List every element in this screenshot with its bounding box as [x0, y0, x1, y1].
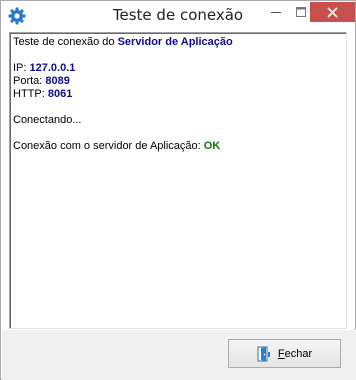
http-label: HTTP:: [13, 88, 48, 100]
connection-test-window: Teste de conexão Teste de conexão do Ser…: [0, 0, 356, 380]
ip-value: 127.0.0.1: [29, 62, 76, 74]
close-icon: [327, 6, 338, 18]
log-header-server: Servidor de Aplicação: [117, 36, 233, 48]
close-button[interactable]: Fechar: [228, 339, 341, 368]
close-button-label-rest: echar: [284, 347, 313, 360]
log-result-line: Conexão com o servidor de Aplicação: OK: [13, 140, 346, 153]
result-status: OK: [203, 140, 221, 152]
minimize-icon: [271, 12, 281, 13]
close-window-button[interactable]: [310, 2, 355, 22]
log-header-prefix: Teste de conexão do: [13, 36, 118, 48]
minimize-button[interactable]: [263, 2, 289, 22]
connection-log[interactable]: Teste de conexão do Servidor de Aplicaçã…: [9, 32, 347, 329]
ip-label: IP:: [13, 62, 30, 74]
maximize-icon: [296, 7, 306, 17]
log-header-line: Teste de conexão do Servidor de Aplicaçã…: [13, 36, 346, 49]
door-exit-icon: [257, 346, 270, 361]
log-ip-line: IP: 127.0.0.1: [13, 62, 346, 75]
log-port-line: Porta: 8089: [13, 75, 346, 88]
close-button-mnemonic: F: [277, 347, 285, 360]
port-label: Porta:: [13, 75, 46, 87]
log-http-line: HTTP: 8061: [13, 88, 346, 101]
port-value: 8089: [45, 75, 70, 87]
close-button-label: Fechar: [278, 348, 312, 360]
title-bar[interactable]: Teste de conexão: [1, 1, 355, 31]
result-label: Conexão com o servidor de Aplicação:: [13, 140, 204, 152]
log-connecting-line: Conectando...: [13, 114, 82, 126]
http-value: 8061: [47, 88, 73, 100]
